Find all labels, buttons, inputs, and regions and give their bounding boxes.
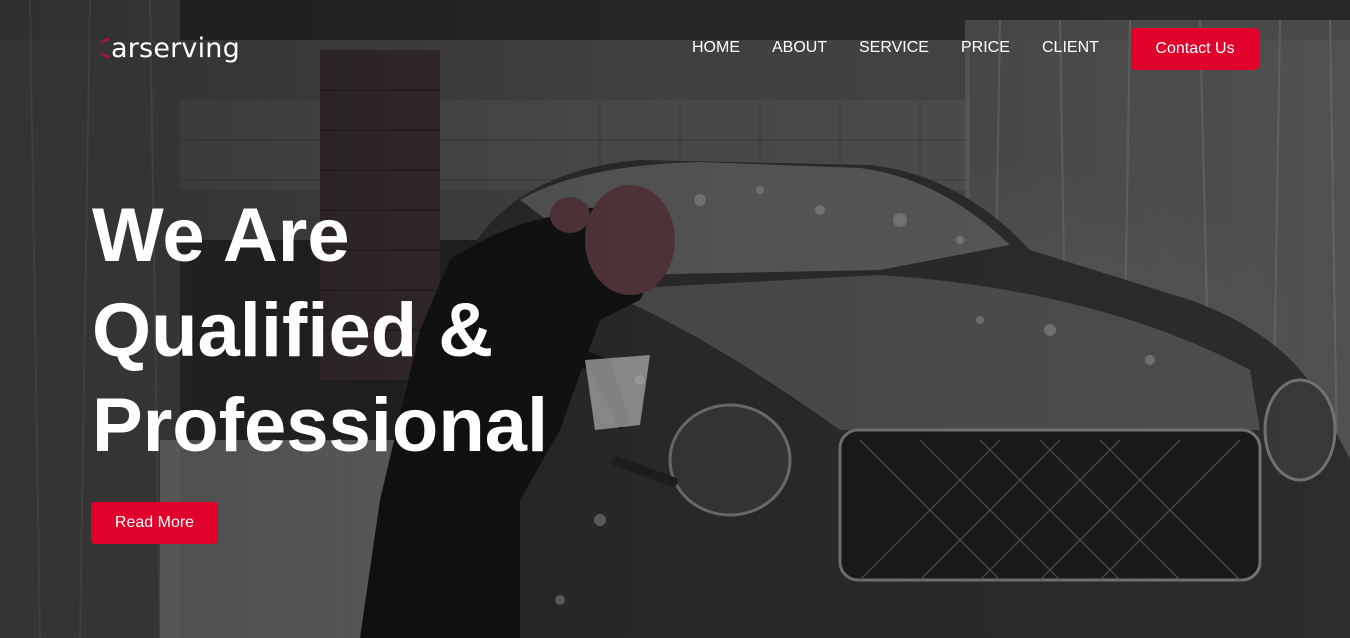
nav-price[interactable]: PRICE: [961, 39, 1010, 57]
logo-text: arserving: [111, 32, 240, 64]
logo[interactable]: arserving: [92, 30, 240, 66]
nav-client[interactable]: CLIENT: [1042, 39, 1099, 57]
contact-us-button[interactable]: Contact Us: [1131, 28, 1259, 70]
nav-about[interactable]: ABOUT: [772, 39, 827, 57]
hero-headline-line-1: We Are: [92, 193, 350, 278]
hero-headline: We Are Qualified & Professional: [92, 188, 692, 473]
nav-service[interactable]: SERVICE: [859, 39, 929, 57]
read-more-button[interactable]: Read More: [91, 502, 218, 544]
site-header: arserving HOME ABOUT SERVICE PRICE CLIEN…: [0, 0, 1350, 96]
hero-headline-line-2: Qualified &: [92, 288, 494, 373]
logo-c-icon: [92, 34, 112, 62]
nav-home[interactable]: HOME: [692, 39, 740, 57]
hero-headline-line-3: Professional: [92, 383, 549, 468]
